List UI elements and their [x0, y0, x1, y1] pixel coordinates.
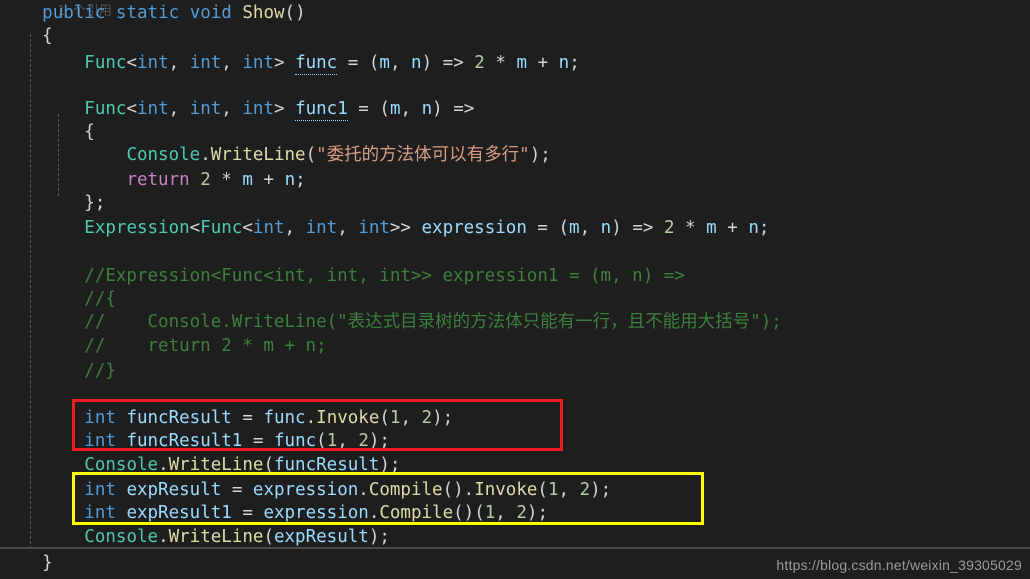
watermark-url: https://blog.csdn.net/weixin_39305029	[776, 557, 1022, 573]
code-line-1[interactable]: public static void Show()	[0, 2, 1030, 25]
code-line-12[interactable]: //Expression<Func<int, int, int>> expres…	[0, 265, 1030, 288]
code-line-14[interactable]: // Console.WriteLine("表达式目录树的方法体只能有一行，且不…	[0, 311, 1030, 334]
code-line-22[interactable]: int expResult1 = expression.Compile()(1,…	[0, 502, 1030, 525]
code-line-8[interactable]: return 2 * m + n;	[0, 169, 1030, 192]
code-line-5[interactable]: Func<int, int, int> func1 = (m, n) =>	[0, 98, 1030, 121]
code-line-20[interactable]: Console.WriteLine(funcResult);	[0, 454, 1030, 477]
code-line-2[interactable]: {	[0, 25, 1030, 48]
code-line-6[interactable]: {	[0, 121, 1030, 144]
code-line-7[interactable]: Console.WriteLine("委托的方法体可以有多行");	[0, 144, 1030, 167]
code-line-21[interactable]: int expResult = expression.Compile().Inv…	[0, 479, 1030, 502]
code-line-15[interactable]: // return 2 * m + n;	[0, 335, 1030, 358]
code-line-10[interactable]: Expression<Func<int, int, int>> expressi…	[0, 217, 1030, 240]
code-line-23[interactable]: Console.WriteLine(expResult);	[0, 526, 1030, 549]
code-line-16[interactable]: //}	[0, 360, 1030, 383]
viewport-divider-top	[0, 547, 1030, 549]
code-line-18[interactable]: int funcResult = func.Invoke(1, 2);	[0, 407, 1030, 430]
code-line-19[interactable]: int funcResult1 = func(1, 2);	[0, 430, 1030, 453]
code-line-3[interactable]: Func<int, int, int> func = (m, n) => 2 *…	[0, 52, 1030, 75]
code-line-13[interactable]: //{	[0, 288, 1030, 311]
code-line-9[interactable]: };	[0, 192, 1030, 215]
code-editor-surface[interactable]: 1 个引用 public static void Show() { Func<i…	[0, 0, 1030, 579]
